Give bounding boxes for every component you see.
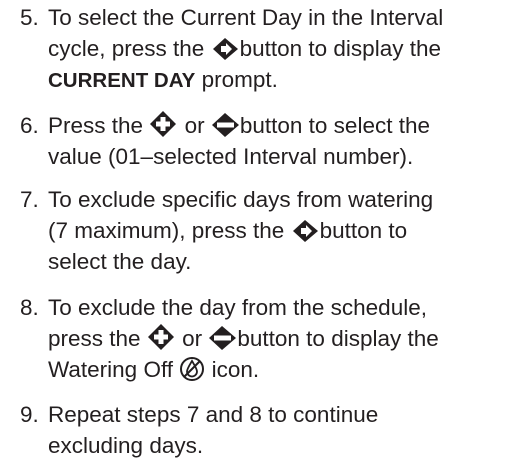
step-line: excluding days. — [48, 430, 518, 461]
text-run: excluding days. — [48, 433, 204, 458]
step-line: press the or button to display the — [48, 323, 518, 354]
text-run: or — [182, 326, 203, 351]
text-run: or — [184, 113, 205, 138]
plus-button-icon — [150, 111, 177, 137]
text-run: Watering Off — [48, 357, 174, 382]
text-run: value (01–selected Interval number). — [48, 144, 414, 169]
step-line: select the day. — [48, 246, 518, 277]
step-line: To select the Current Day in the Interva… — [48, 2, 518, 33]
step-text: Press the or button to select the value … — [48, 110, 518, 172]
text-run: (7 maximum), press the — [48, 218, 285, 243]
step-line: cycle, press the button to display the — [48, 33, 518, 64]
step-line: Repeat steps 7 and 8 to continue — [48, 399, 518, 430]
text-run: To exclude the day from the schedule, — [48, 295, 427, 320]
step-text: To exclude specific days from watering (… — [48, 184, 518, 277]
step-line: Watering Off icon. — [48, 354, 518, 385]
text-run: To exclude specific days from watering — [48, 187, 434, 212]
text-run: select the day. — [48, 249, 192, 274]
step-line: value (01–selected Interval number). — [48, 141, 518, 172]
text-run: icon. — [211, 357, 260, 382]
step-number: 9. — [20, 402, 39, 427]
text-run: Repeat steps 7 and 8 to continue — [48, 402, 379, 427]
step-line: Press the or button to select the — [48, 110, 518, 141]
step-text: To exclude the day from the schedule, pr… — [48, 292, 518, 385]
instruction-list: 5. To select the Current Day in the Inte… — [0, 0, 520, 461]
step-number: 7. — [20, 187, 39, 212]
minus-button-icon — [209, 326, 237, 350]
text-run: button to select the — [239, 113, 430, 138]
bold-prompt-name: CURRENT DAY — [48, 69, 196, 92]
text-run: cycle, press the — [48, 36, 205, 61]
text-run: prompt. — [195, 67, 278, 92]
step-line: CURRENT DAY prompt. — [48, 64, 518, 95]
step-number: 8. — [20, 295, 39, 320]
text-run: Press the — [48, 113, 144, 138]
text-run: To select the Current Day in the Interva… — [48, 5, 444, 30]
minus-button-icon — [211, 113, 239, 137]
step-text: Repeat steps 7 and 8 to continue excludi… — [48, 399, 518, 461]
watering-off-icon — [180, 357, 205, 381]
right-arrow-button-icon — [212, 38, 238, 60]
step-line: To exclude the day from the schedule, — [48, 292, 518, 323]
text-run: button to — [319, 218, 408, 243]
right-arrow-button-icon — [292, 220, 318, 242]
step-number: 6. — [20, 113, 39, 138]
text-run: button to display the — [237, 326, 439, 351]
step-number: 5. — [20, 5, 39, 30]
step-line: (7 maximum), press the button to — [48, 215, 518, 246]
text-run: press the — [48, 326, 141, 351]
step-text: To select the Current Day in the Interva… — [48, 2, 518, 95]
plus-button-icon — [147, 324, 174, 350]
step-line: To exclude specific days from watering — [48, 184, 518, 215]
text-run: button to display the — [239, 36, 441, 61]
